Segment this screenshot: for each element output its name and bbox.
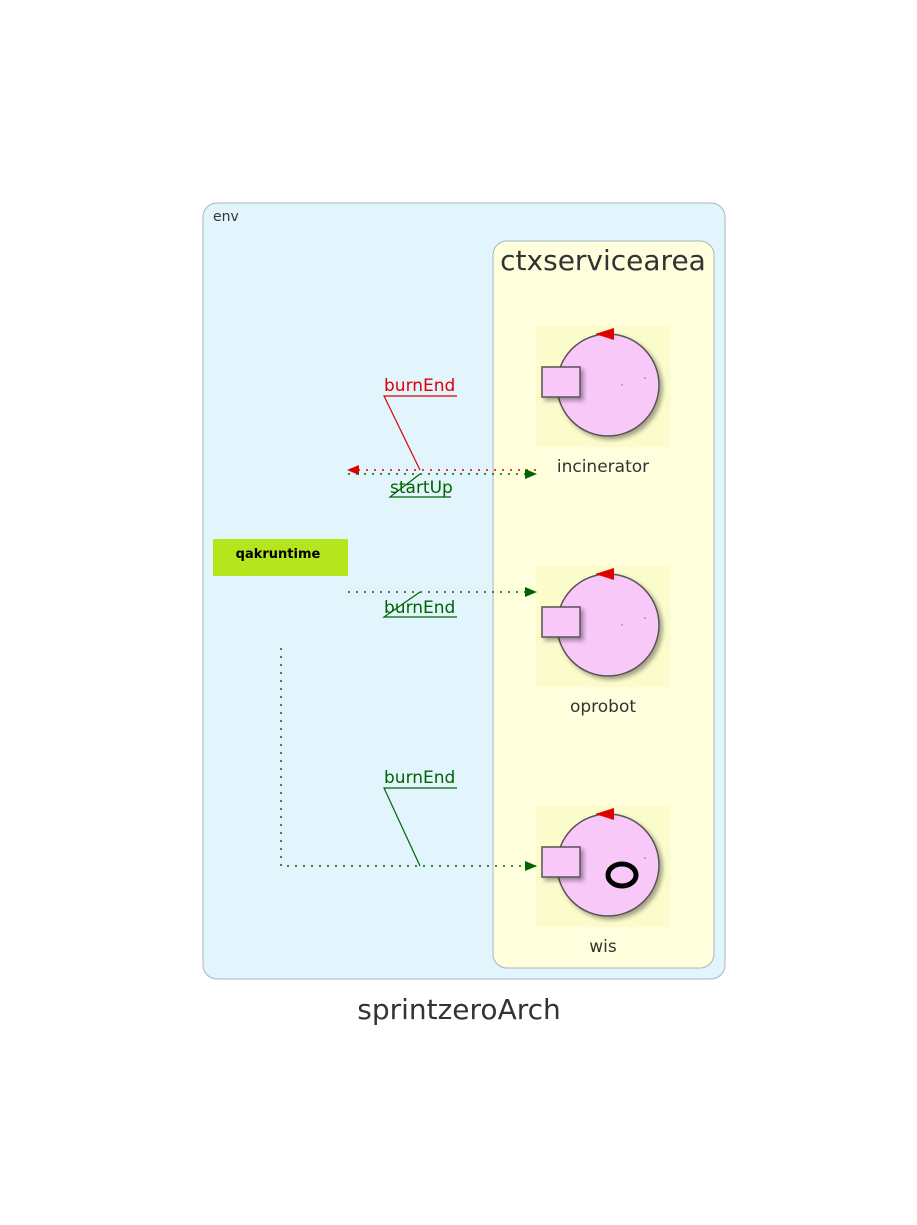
edge-label-startup: startUp [390, 478, 453, 498]
actor-label-incinerator: incinerator [557, 457, 649, 477]
architecture-diagram: env ctxservicearea qakruntime incinerato… [202, 202, 726, 1026]
actor-label-oprobot: oprobot [570, 697, 636, 717]
edge-label-burnend-red: burnEnd [384, 376, 455, 396]
actor-label-wis: wis [589, 937, 617, 957]
env-label: env [213, 209, 239, 225]
diagram-title: sprintzeroArch [357, 993, 561, 1026]
context-label: ctxservicearea [500, 244, 706, 277]
edge-label-burnend-wis: burnEnd [384, 768, 455, 788]
runtime-node: qakruntime [213, 539, 348, 576]
edge-label-burnend-oprobot: burnEnd [384, 598, 455, 618]
runtime-label: qakruntime [236, 547, 321, 562]
